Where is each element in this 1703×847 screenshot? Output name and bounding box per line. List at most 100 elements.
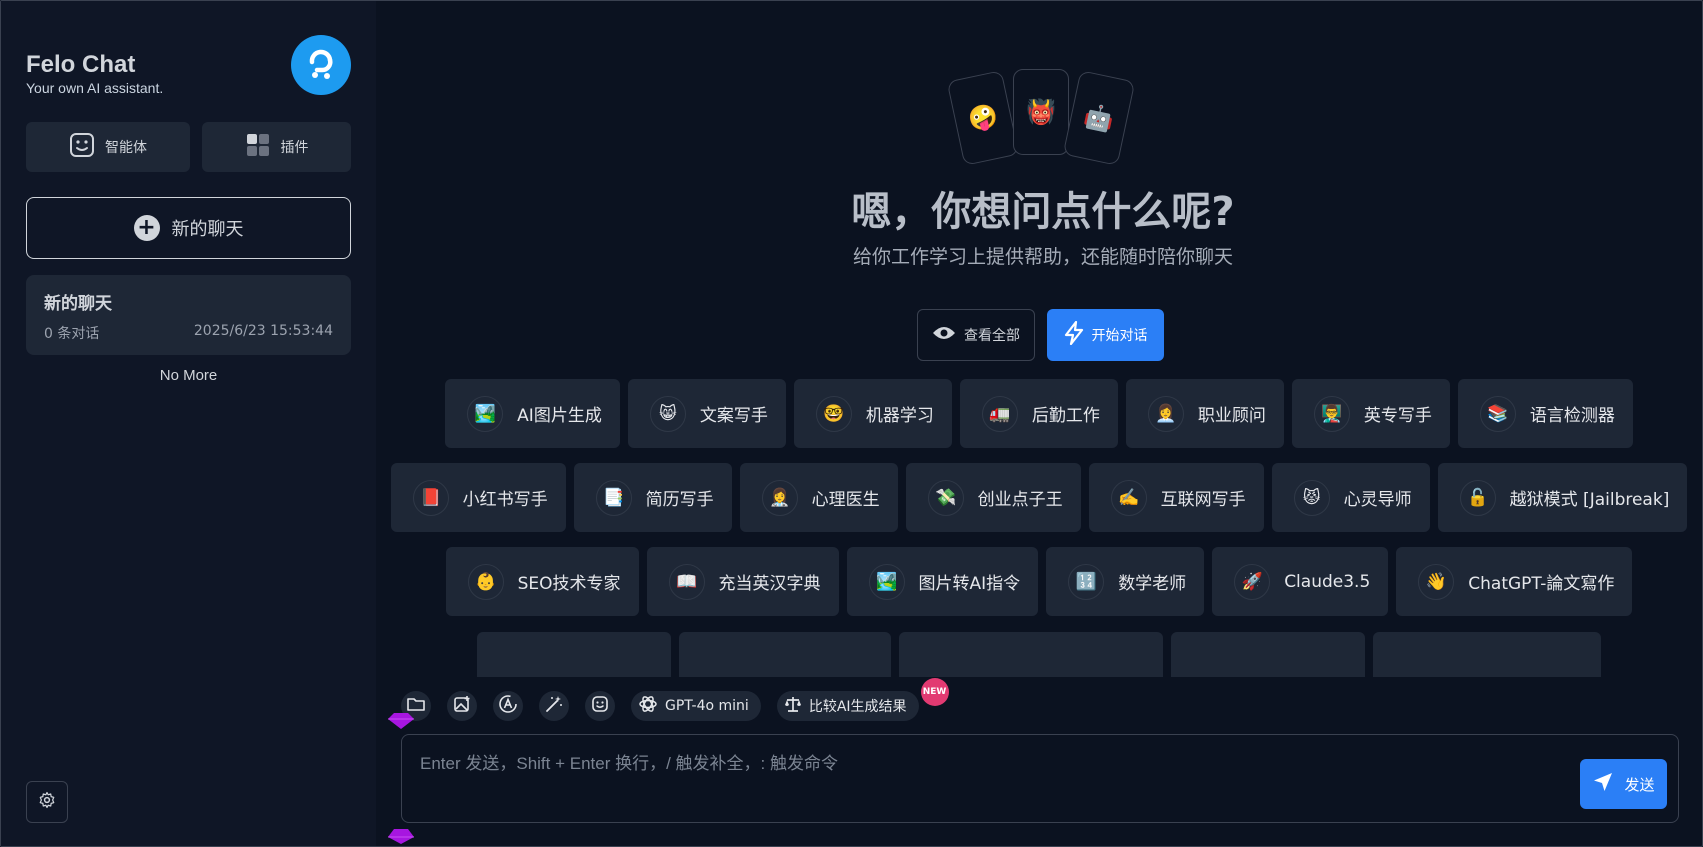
mask-row-partial (376, 632, 1702, 677)
chat-toolbar: GPT-4o mini 比较AI生成结果 NEW (401, 678, 949, 721)
mask-emoji-icon: 📖 (668, 563, 705, 600)
mask-chip[interactable]: 💸 创业点子王 (905, 463, 1081, 532)
view-all-button[interactable]: 查看全部 (917, 309, 1035, 361)
gem-decoration-icon (388, 713, 414, 729)
mask-label: 文案写手 (699, 406, 768, 426)
mask-label: 语言检测器 (1529, 406, 1615, 426)
magic-wand-icon (545, 695, 563, 717)
mask-label: 图片转AI指令 (918, 574, 1021, 594)
chat-input-box: 发送 (401, 734, 1679, 823)
mask-button[interactable] (585, 691, 615, 721)
mask-chip[interactable]: 📚 语言检测器 (1457, 379, 1633, 448)
mask-chip[interactable]: 👶 SEO技术专家 (445, 547, 639, 616)
mask-chip[interactable] (679, 632, 891, 677)
robot-face-icon (69, 132, 95, 162)
mask-row: 🏞️ AI图片生成 😸 文案写手 🤓 机器学习 🚛 后勤工作 👩‍💼 职业顾问 👨‍🏫 英专… (376, 379, 1702, 448)
magic-prompt-button[interactable] (539, 691, 569, 721)
mask-emoji-icon: 😾 (1293, 479, 1330, 516)
plugins-button[interactable]: 插件 (202, 122, 351, 172)
mask-chip[interactable] (899, 632, 1163, 677)
mask-emoji-icon: 👨‍🏫 (1313, 395, 1350, 432)
compare-results-button[interactable]: 比较AI生成结果 NEW (776, 678, 949, 721)
chat-item-title: 新的聊天 (44, 294, 112, 314)
mask-label: 心理医生 (811, 490, 880, 510)
plus-icon: + (133, 215, 160, 241)
mask-label: 创业点子王 (977, 490, 1063, 510)
mask-chip[interactable]: 👋 ChatGPT-論文寫作 (1396, 547, 1633, 616)
logo-icon (291, 35, 351, 95)
emoji-card: 👹 (1013, 69, 1069, 155)
model-label: GPT-4o mini (665, 698, 749, 714)
start-chat-label: 开始对话 (1091, 328, 1148, 344)
emoji-card: 🤪 (946, 70, 1020, 166)
image-upload-button[interactable] (447, 691, 477, 721)
mask-emoji-icon: 🔢 (1068, 563, 1105, 600)
mask-label: 互联网写手 (1160, 490, 1246, 510)
mask-chip[interactable]: 🤓 机器学习 (793, 379, 952, 448)
app-window: Felo Chat Your own AI assistant. 智能体 插件 (0, 0, 1703, 847)
mask-emoji-icon: 📑 (595, 479, 632, 516)
mask-chip[interactable]: 👩‍⚕️ 心理医生 (739, 463, 898, 532)
mask-label: 简历写手 (645, 490, 714, 510)
mask-chip[interactable] (1373, 632, 1601, 677)
mask-chip[interactable]: 🏞️ AI图片生成 (445, 379, 620, 448)
mask-chip[interactable]: 😸 文案写手 (627, 379, 786, 448)
lightning-icon (1064, 320, 1084, 349)
mask-emoji-icon: 📕 (412, 479, 449, 516)
mask-emoji-icon: 💸 (927, 479, 964, 516)
mask-chip[interactable] (1171, 632, 1365, 677)
mask-chip[interactable]: 😾 心灵导师 (1271, 463, 1430, 532)
mask-label: SEO技术专家 (517, 574, 621, 594)
mask-chip[interactable] (477, 632, 671, 677)
mask-chip[interactable]: 🚀 Claude3.5 (1212, 547, 1389, 616)
compare-label: 比较AI生成结果 (808, 699, 907, 715)
mask-emoji-icon: ✍️ (1110, 479, 1147, 516)
hero-title: 嗯，你想问点什么呢? (851, 189, 1235, 235)
start-chat-button[interactable]: 开始对话 (1047, 309, 1164, 361)
chat-item-count: 0 条对话 (44, 326, 100, 342)
auto-button[interactable] (493, 691, 523, 721)
mask-chip[interactable]: 👩‍💼 职业顾问 (1125, 379, 1284, 448)
new-chat-button[interactable]: + 新的聊天 (26, 197, 351, 259)
mask-chip[interactable]: 📖 充当英汉字典 (646, 547, 839, 616)
mask-emoji-icon: 😸 (649, 395, 686, 432)
hero-emoji-cards: 🤪 👹 🤖 (946, 69, 1136, 169)
model-selector[interactable]: GPT-4o mini (631, 691, 761, 721)
mask-label: 越狱模式 [Jailbreak] (1509, 490, 1670, 510)
mask-chip[interactable]: 🔢 数学老师 (1046, 547, 1205, 616)
mask-chip[interactable]: ✍️ 互联网写手 (1088, 463, 1264, 532)
mask-row: 📕 小红书写手 📑 简历写手 👩‍⚕️ 心理医生 💸 创业点子王 ✍️ 互联网写手 😾 心灵… (376, 463, 1702, 532)
auto-mode-icon (498, 694, 518, 718)
mask-chip[interactable]: 📕 小红书写手 (390, 463, 566, 532)
send-button[interactable]: 发送 (1580, 759, 1667, 809)
mask-emoji-icon: 🤓 (815, 395, 852, 432)
mask-chip[interactable]: 🏞️ 图片转AI指令 (846, 547, 1039, 616)
mask-label: 充当英汉字典 (718, 574, 821, 594)
settings-button[interactable] (26, 781, 68, 823)
agents-button[interactable]: 智能体 (26, 122, 190, 172)
view-all-label: 查看全部 (964, 328, 1020, 344)
hero-subtitle: 给你工作学习上提供帮助，还能随时陪你聊天 (852, 246, 1233, 268)
mask-emoji-icon: 🚀 (1234, 563, 1271, 600)
mask-row: 👶 SEO技术专家 📖 充当英汉字典 🏞️ 图片转AI指令 🔢 数学老师 🚀 Claude… (376, 547, 1702, 616)
brand: Felo Chat Your own AI assistant. (26, 51, 163, 96)
openai-icon (638, 694, 658, 718)
image-icon (453, 695, 471, 717)
mask-chip[interactable]: 📑 简历写手 (573, 463, 732, 532)
chat-input[interactable] (402, 735, 1502, 805)
mask-emoji-icon: 🏞️ (868, 563, 905, 600)
mask-label: 职业顾问 (1197, 406, 1266, 426)
mask-chip[interactable]: 🚛 后勤工作 (959, 379, 1118, 448)
chat-item-time: 2025/6/23 15:53:44 (193, 323, 333, 339)
mask-chip[interactable]: 🔓 越狱模式 [Jailbreak] (1437, 463, 1688, 532)
mask-emoji-icon: 👋 (1418, 563, 1455, 600)
chat-list-item[interactable]: 新的聊天 0 条对话 2025/6/23 15:53:44 (26, 275, 351, 355)
mask-emoji-icon: 🏞️ (467, 395, 504, 432)
mask-emoji-icon: 🔓 (1459, 479, 1496, 516)
mask-label: AI图片生成 (517, 406, 602, 426)
mask-label: 数学老师 (1118, 574, 1187, 594)
mask-label: 后勤工作 (1031, 406, 1100, 426)
mask-chip[interactable]: 👨‍🏫 英专写手 (1291, 379, 1450, 448)
mask-grid: 🏞️ AI图片生成 😸 文案写手 🤓 机器学习 🚛 后勤工作 👩‍💼 职业顾问 👨‍🏫 英专… (376, 371, 1702, 677)
send-arrow-icon (1592, 771, 1614, 797)
